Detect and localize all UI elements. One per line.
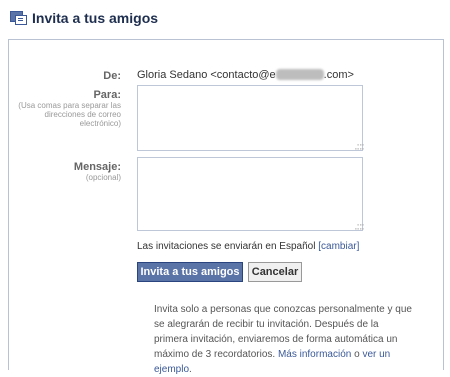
from-name: Gloria Sedano <contacto@e xyxy=(137,69,276,81)
page-header: Invita a tus amigos xyxy=(10,10,158,26)
invite-friends-button[interactable]: Invita a tus amigos xyxy=(137,262,243,282)
change-language-link[interactable]: [cambiar] xyxy=(318,241,359,252)
friends-invite-icon xyxy=(10,11,27,25)
cancel-button[interactable]: Cancelar xyxy=(248,262,302,282)
info-end: . xyxy=(189,364,192,375)
to-label: Para: xyxy=(93,89,121,101)
to-label-group: Para: (Usa comas para separar las direcc… xyxy=(1,89,121,128)
more-info-link[interactable]: Más información xyxy=(278,349,351,360)
invite-info-text: Invita solo a personas que conozcas pers… xyxy=(154,302,414,377)
to-field[interactable] xyxy=(137,85,363,151)
invite-form-panel: De: Gloria Sedano <contacto@e .com> Para:… xyxy=(8,39,444,375)
page-title: Invita a tus amigos xyxy=(32,10,159,26)
message-hint: (opcional) xyxy=(85,173,121,182)
language-text: Las invitaciones se enviarán en Español xyxy=(137,241,319,252)
from-domain-end: .com> xyxy=(323,69,354,81)
to-hint: (Usa comas para separar las direcciones … xyxy=(18,101,121,128)
from-label: De: xyxy=(103,70,121,82)
resize-grip-icon[interactable]: ⠠⠤ ⠤⠤ xyxy=(354,220,365,232)
message-label-group: Mensaje: (opcional) xyxy=(1,161,121,182)
info-or: o xyxy=(351,349,363,360)
language-note: Las invitaciones se enviarán en Español … xyxy=(137,241,359,252)
message-label: Mensaje: xyxy=(73,161,121,173)
message-field[interactable] xyxy=(137,157,363,231)
from-value: Gloria Sedano <contacto@e .com> xyxy=(137,69,354,81)
redacted-email-blur xyxy=(275,69,324,80)
resize-grip-icon[interactable]: ⠠⠤ ⠤⠤ xyxy=(354,140,365,152)
